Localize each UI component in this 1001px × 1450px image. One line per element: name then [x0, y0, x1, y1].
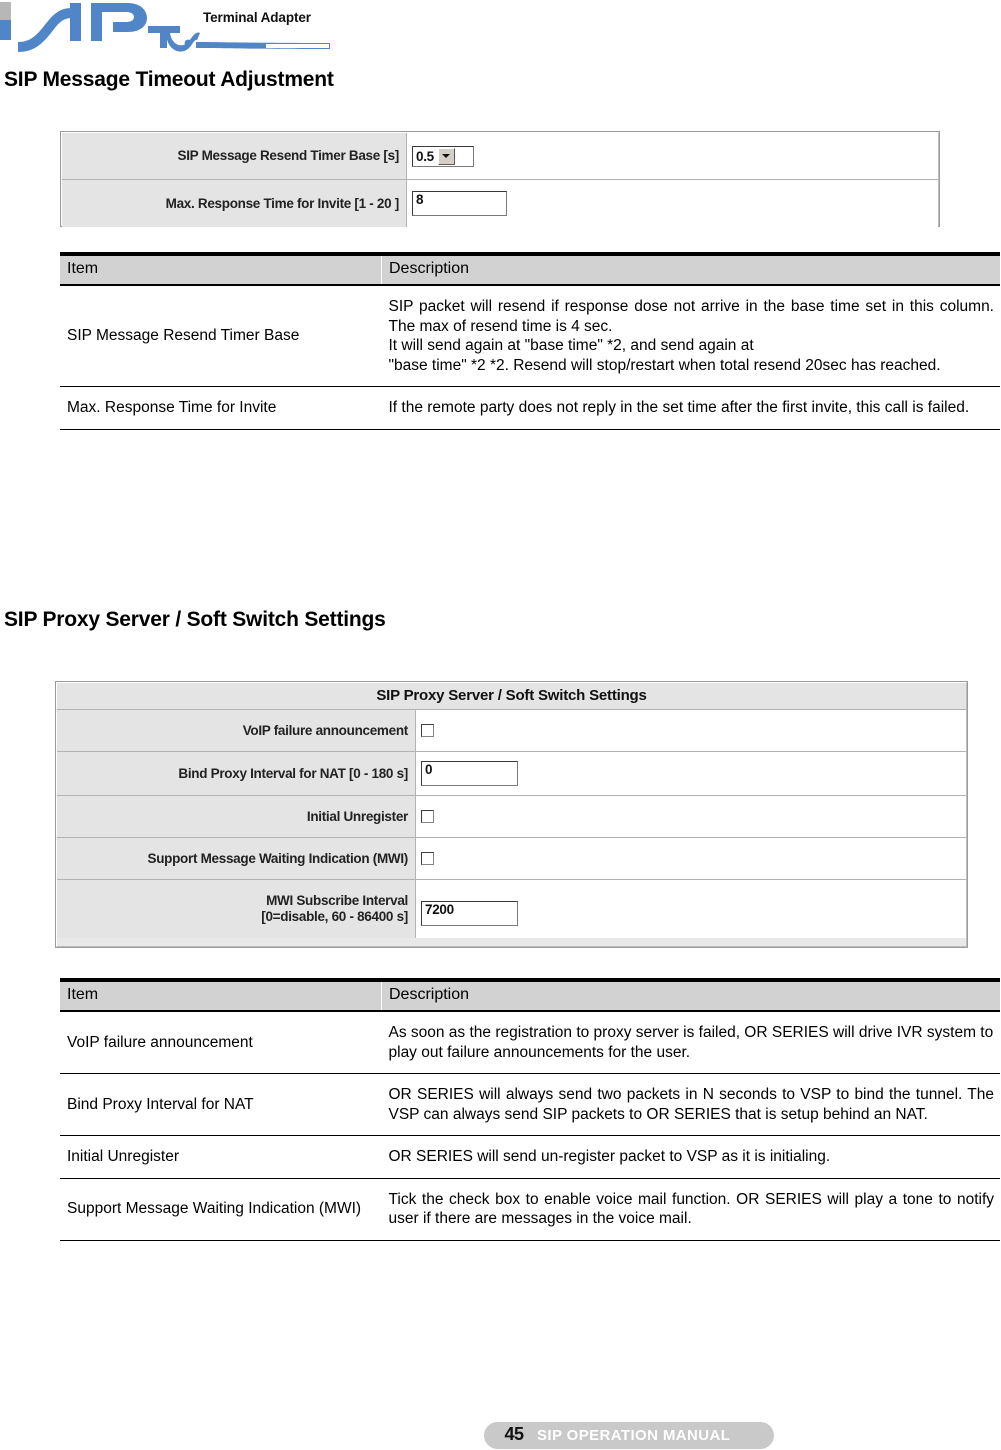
mwi-subscribe-interval-input[interactable]: 7200 — [421, 900, 518, 926]
manual-title: SIP OPERATION MANUAL — [537, 1427, 731, 1444]
panel-title-sip-proxy-server: SIP Proxy Server / Soft Switch Settings — [57, 683, 966, 710]
field-max-response-time-for-invite: 8 — [407, 180, 938, 227]
column-header-description: Description — [381, 252, 1000, 286]
cell-description: OR SERIES will always send two packets i… — [381, 1073, 1000, 1137]
resend-timer-base-value: 0.5 — [416, 148, 434, 164]
voip-failure-announcement-checkbox[interactable] — [421, 724, 434, 737]
form-row-initial-unregister: Initial Unregister — [57, 796, 966, 838]
label-initial-unregister: Initial Unregister — [57, 796, 416, 837]
column-header-item: Item — [60, 252, 382, 286]
sip-proxy-server-form-panel: SIP Proxy Server / Soft Switch Settings … — [55, 681, 968, 948]
table-row: Initial Unregister OR SERIES will send u… — [60, 1135, 1000, 1179]
table-row: VoIP failure announcement As soon as the… — [60, 1011, 1000, 1075]
cell-item: Bind Proxy Interval for NAT — [60, 1073, 382, 1137]
page-number: 45 — [504, 1424, 524, 1444]
cell-description: If the remote party does not reply in th… — [381, 386, 1000, 430]
field-bind-proxy-interval-for-nat: 0 — [416, 752, 966, 795]
cell-description: As soon as the registration to proxy ser… — [381, 1011, 1000, 1075]
table-header-row: Item Description — [60, 978, 1000, 1012]
table-header-row: Item Description — [60, 252, 1000, 286]
label-sip-message-resend-timer-base: SIP Message Resend Timer Base [s] — [62, 133, 407, 179]
form-row-mwi-subscribe-interval: MWI Subscribe Interval [0=disable, 60 - … — [57, 880, 966, 938]
label-bind-proxy-interval-for-nat: Bind Proxy Interval for NAT [0 - 180 s] — [57, 752, 416, 795]
column-header-item: Item — [60, 978, 382, 1012]
field-initial-unregister — [416, 796, 966, 837]
cell-description: SIP packet will resend if response dose … — [381, 285, 1000, 388]
form-row-max-response-time: Max. Response Time for Invite [1 - 20 ] … — [62, 180, 938, 227]
initial-unregister-checkbox[interactable] — [421, 810, 434, 823]
support-mwi-checkbox[interactable] — [421, 852, 434, 865]
sip-ta-logo-icon — [0, 2, 330, 52]
field-sip-message-resend-timer-base: 0.5 — [407, 133, 938, 179]
description-table-timeout: Item Description SIP Message Resend Time… — [60, 252, 1000, 430]
label-voip-failure-announcement: VoIP failure announcement — [57, 710, 416, 751]
label-mwi-subscribe-interval: MWI Subscribe Interval [0=disable, 60 - … — [57, 880, 416, 938]
cell-item: Support Message Waiting Indication (MWI) — [60, 1178, 382, 1241]
cell-item: Initial Unregister — [60, 1135, 382, 1179]
table-row: Bind Proxy Interval for NAT OR SERIES wi… — [60, 1073, 1000, 1137]
cell-description: Tick the check box to enable voice mail … — [381, 1178, 1000, 1241]
chevron-down-icon[interactable] — [437, 147, 455, 165]
form-row-bind-proxy-interval: Bind Proxy Interval for NAT [0 - 180 s] … — [57, 752, 966, 796]
form-row-support-mwi: Support Message Waiting Indication (MWI) — [57, 838, 966, 880]
label-support-message-waiting-indication: Support Message Waiting Indication (MWI) — [57, 838, 416, 879]
section-heading-2: SIP Proxy Server / Soft Switch Settings — [4, 608, 386, 631]
form-row-resend-timer-base: SIP Message Resend Timer Base [s] 0.5 — [62, 133, 938, 180]
sip-message-timeout-form-panel: SIP Message Resend Timer Base [s] 0.5 Ma… — [60, 131, 940, 227]
cell-item: VoIP failure announcement — [60, 1011, 382, 1075]
max-response-time-input[interactable]: 8 — [412, 191, 507, 216]
description-table-proxy: Item Description VoIP failure announceme… — [60, 978, 1000, 1241]
field-mwi-subscribe-interval: 7200 — [416, 880, 966, 938]
form-row-voip-failure-announcement: VoIP failure announcement — [57, 710, 966, 752]
label-max-response-time-for-invite: Max. Response Time for Invite [1 - 20 ] — [62, 180, 407, 227]
resend-timer-base-select[interactable]: 0.5 — [412, 145, 474, 167]
cell-item: SIP Message Resend Timer Base — [60, 285, 382, 388]
field-support-message-waiting-indication — [416, 838, 966, 879]
product-label: Terminal Adapter — [203, 10, 311, 25]
cell-description: OR SERIES will send un-register packet t… — [381, 1135, 1000, 1179]
field-voip-failure-announcement — [416, 710, 966, 751]
table-row: Max. Response Time for Invite If the rem… — [60, 386, 1000, 430]
table-row: Support Message Waiting Indication (MWI)… — [60, 1178, 1000, 1241]
section-heading-1: SIP Message Timeout Adjustment — [4, 68, 334, 91]
column-header-description: Description — [381, 978, 1000, 1012]
cell-item: Max. Response Time for Invite — [60, 386, 382, 430]
table-row: SIP Message Resend Timer Base SIP packet… — [60, 285, 1000, 388]
bind-proxy-interval-input[interactable]: 0 — [421, 761, 518, 786]
page-header: Terminal Adapter — [0, 0, 1001, 55]
